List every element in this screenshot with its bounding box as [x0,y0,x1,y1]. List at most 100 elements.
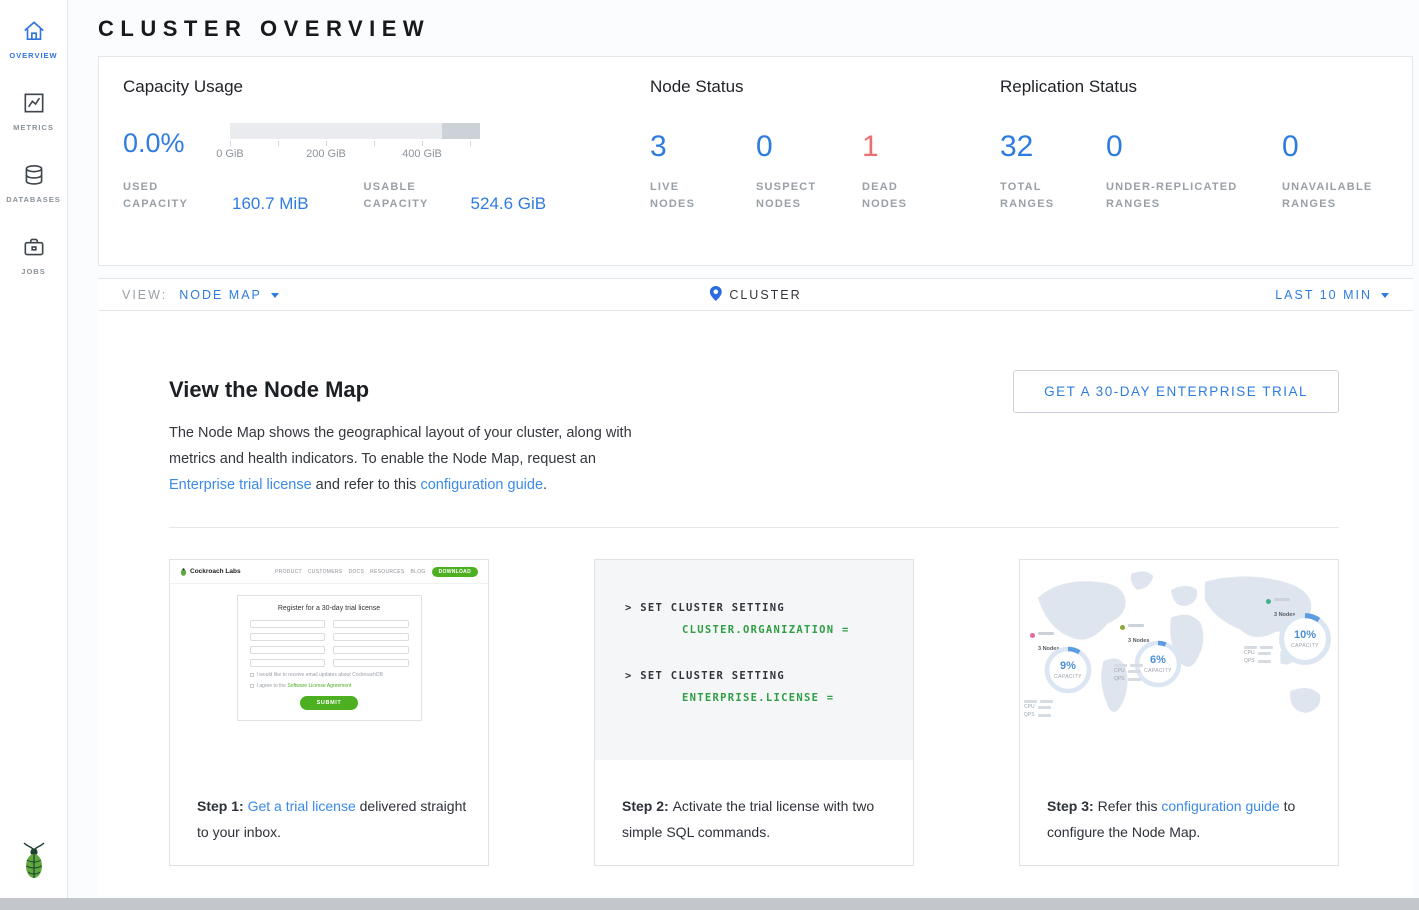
step-card-1: Cockroach Labs PRODUCT CUSTOMERS DOCS RE… [169,559,489,866]
sql-argument: CLUSTER.ORGANIZATION = [682,624,913,636]
node-map-preview: 3 Nodes 3 Nodes 3 Nodes [1020,560,1338,760]
time-range-value: LAST 10 MIN [1275,288,1372,302]
checkbox-icon [250,684,254,688]
home-icon [0,18,67,44]
form-input [333,659,409,667]
gauge-label: CAPACITY [1054,674,1082,680]
bottom-scroll-band [0,898,1419,910]
step-card-2: > SET CLUSTER SETTING CLUSTER.ORGANIZATI… [594,559,914,866]
sidebar-item-metrics[interactable]: METRICS [0,72,67,144]
step-number: Step 1: [197,798,248,814]
sidebar-item-label: OVERVIEW [0,51,67,60]
brand-name: Cockroach Labs [190,568,241,575]
metrics-icon [0,90,67,116]
form-input [250,633,326,641]
usable-capacity-stat: USABLE CAPACITY 524.6 GiB [364,179,547,213]
jobs-icon [0,234,67,260]
nav-link: BLOG [410,569,425,575]
configuration-guide-link[interactable]: configuration guide [420,477,543,493]
capacity-gauge-east: 10%CAPACITY [1276,610,1334,668]
chevron-down-icon [271,293,279,298]
form-input [333,620,409,628]
form-input [250,646,326,654]
get-trial-license-link[interactable]: Get a trial license [248,798,356,814]
form-input [250,659,326,667]
step-caption: Step 3: Refer this configuration guide t… [1047,793,1324,845]
used-capacity-value: 160.7 MiB [232,195,309,213]
capacity-gauge: 0 GiB 200 GiB 400 GiB [230,123,480,163]
sql-command: > SET CLUSTER SETTING [625,670,913,682]
stat-label: QPS [1244,657,1255,665]
total-ranges-value: 32 [1000,131,1106,163]
capacity-gauge-west: 9% CAPACITY [1042,644,1094,696]
gauge-percent: 9% [1060,661,1076,672]
stat-label: CPU [1114,667,1125,675]
description-line: The Node Map shows the geographical layo… [169,425,632,441]
gauge-percent: 10% [1294,630,1316,641]
databases-icon [0,162,67,188]
sidebar-item-databases[interactable]: DATABASES [0,144,67,216]
cockroach-logo [0,841,68,886]
used-capacity-label: USED CAPACITY [123,179,211,213]
chevron-down-icon [1381,293,1389,298]
under-replicated-ranges-value: 0 [1106,131,1282,163]
step-number: Step 2: [622,798,673,814]
usable-capacity-label: USABLE CAPACITY [364,179,450,213]
used-capacity-stat: USED CAPACITY 160.7 MiB [123,179,309,213]
gauge-percent: 6% [1150,655,1166,666]
gauge-stats: CPU QPS [1244,646,1273,665]
capacity-percent: 0.0% [123,128,230,159]
view-selector[interactable]: NODE MAP [179,288,279,302]
step-caption: Step 1: Get a trial license delivered st… [197,793,474,845]
suspect-nodes-stat: 0 SUSPECT NODES [756,131,862,213]
sidebar-item-jobs[interactable]: JOBS [0,216,67,288]
sidebar-item-label: DATABASES [0,195,67,204]
locality-dot-icon [1120,625,1125,630]
checkbox-label: I agree to the [257,683,288,689]
configuration-guide-link[interactable]: configuration guide [1161,798,1279,814]
dead-nodes-label: DEAD NODES [862,179,934,213]
tick-label: 0 GiB [216,148,244,160]
replication-status-title: Replication Status [1000,77,1388,97]
cluster-breadcrumb[interactable]: CLUSTER [709,286,801,304]
live-nodes-stat: 3 LIVE NODES [650,131,756,213]
under-replicated-ranges-stat: 0 UNDER-REPLICATED RANGES [1106,131,1282,213]
stat-label: CPU [1024,703,1035,711]
sidebar-item-label: METRICS [0,123,67,132]
website-preview: Cockroach Labs PRODUCT CUSTOMERS DOCS RE… [170,560,488,745]
dead-nodes-value: 1 [862,131,968,163]
email-updates-checkbox: I would like to receive email updates ab… [250,672,409,678]
nav-link: CUSTOMERS [308,569,343,575]
node-map-panel: View the Node Map GET A 30-DAY ENTERPRIS… [98,311,1413,896]
time-range-selector[interactable]: LAST 10 MIN [1275,288,1389,302]
description-line: and refer to this [312,477,421,493]
caption-text: Refer this [1098,798,1162,814]
sidebar: OVERVIEW METRICS DATABASES JOBS [0,0,68,898]
enterprise-trial-button[interactable]: GET A 30-DAY ENTERPRISE TRIAL [1013,370,1339,413]
enterprise-trial-link[interactable]: Enterprise trial license [169,477,312,493]
map-pin-icon [709,286,721,304]
trial-registration-form: Register for a 30-day trial license I wo… [237,595,422,721]
sql-command: > SET CLUSTER SETTING [625,602,913,614]
brand-logo: Cockroach Labs [180,568,241,576]
stat-label: QPS [1114,675,1125,683]
submit-button: SUBMIT [300,696,358,710]
view-label: VIEW: [122,288,167,302]
suspect-nodes-value: 0 [756,131,862,163]
cluster-summary-card: Capacity Usage 0.0% 0 GiB 200 GiB 400 Gi… [98,56,1413,266]
step-number: Step 3: [1047,798,1098,814]
gauge-label: CAPACITY [1144,668,1172,674]
nav-link: PRODUCT [275,569,302,575]
suspect-nodes-label: SUSPECT NODES [756,179,828,213]
form-input [250,620,326,628]
view-selector-value: NODE MAP [179,288,262,302]
gauge-stats: CPU QPS [1024,700,1053,719]
step-caption: Step 2: Activate the trial license with … [622,793,899,845]
tick-label: 400 GiB [402,148,442,160]
sql-code-block: > SET CLUSTER SETTING CLUSTER.ORGANIZATI… [595,560,913,760]
node-status-section: Node Status 3 LIVE NODES 0 SUSPECT NODES… [650,77,1000,247]
capacity-usage-title: Capacity Usage [123,77,650,97]
view-toolbar: VIEW: NODE MAP CLUSTER LAST 10 MIN [98,278,1413,311]
capacity-usage-section: Capacity Usage 0.0% 0 GiB 200 GiB 400 Gi… [123,77,650,247]
sidebar-item-overview[interactable]: OVERVIEW [0,0,67,72]
